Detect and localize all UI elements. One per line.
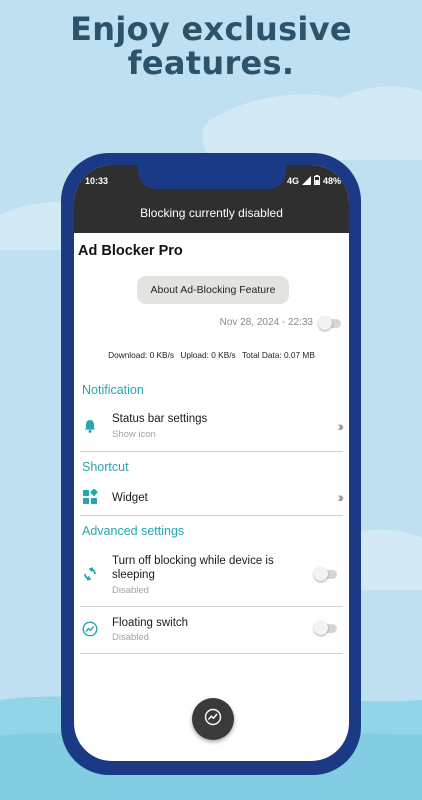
signal-icon bbox=[301, 175, 311, 187]
floating-switch-toggle-knob bbox=[314, 621, 328, 635]
status-time: 10:33 bbox=[85, 176, 109, 186]
network-label: 4G bbox=[286, 176, 299, 186]
status-bar-settings-title: Status bar settings bbox=[112, 413, 208, 425]
blocking-toggle[interactable] bbox=[318, 316, 341, 330]
sleep-blocking-subtitle: Disabled bbox=[112, 585, 149, 596]
double-chevron-right-icon: ›› bbox=[337, 489, 345, 505]
date-row: Nov 28, 2024 - 22:33 bbox=[74, 315, 349, 331]
divider bbox=[80, 606, 343, 607]
divider bbox=[80, 451, 343, 452]
sleep-blocking-row[interactable]: Turn off blocking while device is sleepi… bbox=[74, 549, 349, 605]
app-header: 10:33 4G 48% Blocking currently disabled bbox=[74, 165, 349, 233]
promo-headline-line1: Enjoy exclusive bbox=[70, 10, 352, 48]
floating-switch-title: Floating switch bbox=[112, 617, 189, 629]
notification-section-header: Notification bbox=[82, 383, 144, 397]
widgets-icon bbox=[82, 488, 98, 505]
speed-chart-icon bbox=[204, 708, 222, 731]
sync-icon bbox=[82, 566, 98, 582]
floating-switch-subtitle: Disabled bbox=[112, 632, 149, 643]
battery-level: 48% bbox=[322, 176, 341, 186]
traffic-stats: Download: 0 KB/s Upload: 0 KB/s Total Da… bbox=[74, 350, 349, 360]
download-stat: Download: 0 KB/s bbox=[108, 350, 175, 360]
total-data-stat: Total Data: 0.07 MB bbox=[242, 350, 315, 360]
bell-icon bbox=[82, 418, 98, 434]
floating-speed-button[interactable] bbox=[192, 698, 234, 740]
widget-row[interactable]: Widget ›› bbox=[74, 483, 349, 515]
upload-stat: Upload: 0 KB/s bbox=[180, 350, 236, 360]
floating-switch-icon bbox=[82, 621, 98, 637]
camera-notch bbox=[138, 165, 286, 189]
divider bbox=[80, 653, 343, 654]
app-title: Ad Blocker Pro bbox=[78, 243, 183, 259]
floating-switch-toggle[interactable] bbox=[314, 621, 337, 635]
sleep-blocking-title-line1: Turn off blocking while device is bbox=[112, 555, 274, 567]
sleep-blocking-title: Turn off blocking while device is sleepi… bbox=[112, 554, 274, 582]
floating-switch-row[interactable]: Floating switch Disabled bbox=[74, 611, 349, 655]
divider bbox=[80, 515, 343, 516]
status-bar-settings-subtitle: Show icon bbox=[112, 429, 156, 440]
system-status-icons: 4G 48% bbox=[287, 175, 341, 187]
date-label: Nov 28, 2024 - 22:33 bbox=[219, 317, 313, 328]
shortcut-section-header: Shortcut bbox=[82, 460, 129, 474]
sleep-blocking-title-line2: sleeping bbox=[112, 569, 155, 581]
sleep-blocking-toggle-knob bbox=[314, 567, 328, 581]
blocking-toggle-knob bbox=[318, 316, 332, 330]
sleep-blocking-toggle[interactable] bbox=[314, 567, 337, 581]
status-bar-settings-row[interactable]: Status bar settings Show icon ›› bbox=[74, 407, 349, 451]
double-chevron-right-icon: ›› bbox=[337, 418, 345, 434]
about-ad-blocking-button[interactable]: About Ad-Blocking Feature bbox=[137, 276, 289, 304]
promo-headline: Enjoy exclusive features. bbox=[0, 12, 422, 80]
blocking-status-text: Blocking currently disabled bbox=[140, 206, 283, 220]
advanced-section-header: Advanced settings bbox=[82, 524, 185, 538]
promo-headline-line2: features. bbox=[127, 44, 295, 82]
phone-screen: 10:33 4G 48% Blocking currently disabled… bbox=[74, 165, 349, 761]
widget-title: Widget bbox=[112, 492, 148, 504]
battery-icon bbox=[313, 175, 320, 187]
